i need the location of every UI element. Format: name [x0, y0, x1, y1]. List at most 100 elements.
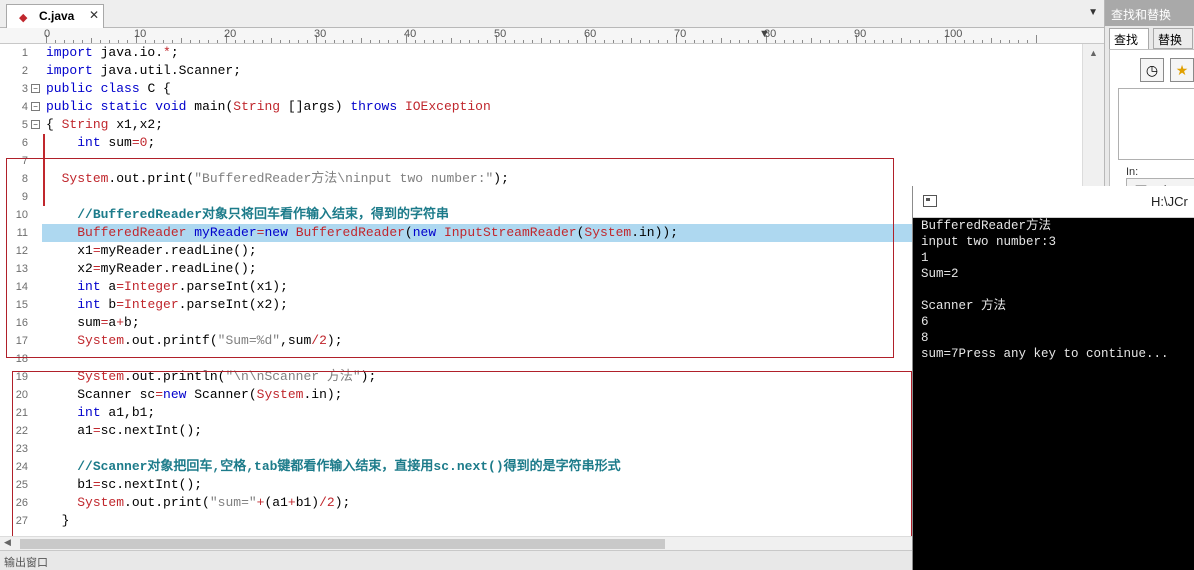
ruler-label: 50 — [494, 28, 507, 40]
ruler-tick — [991, 38, 992, 43]
ruler-tick — [478, 40, 479, 43]
code-line[interactable]: public class C { — [46, 80, 171, 98]
ruler-tick — [622, 40, 623, 43]
ruler-tick — [118, 40, 119, 43]
code-line[interactable]: import java.io.*; — [46, 44, 179, 62]
ruler-tick — [271, 38, 272, 43]
ruler-tick — [1018, 40, 1019, 43]
code-line[interactable]: int sum=0; — [46, 134, 155, 152]
close-icon[interactable]: ✕ — [89, 8, 99, 22]
clock-icon[interactable]: ◷ — [1140, 58, 1164, 82]
ruler-tick — [307, 40, 308, 43]
ruler-tick — [460, 40, 461, 43]
ruler-tick — [370, 40, 371, 43]
ruler-tick — [163, 40, 164, 43]
console-output-line: 6 — [921, 315, 929, 329]
ruler-tick — [775, 40, 776, 43]
star-icon[interactable]: ★ — [1170, 58, 1194, 82]
ruler-label: 20 — [224, 28, 237, 40]
ruler-tick — [415, 40, 416, 43]
horizontal-scroll-thumb[interactable] — [20, 539, 665, 549]
ruler-tick — [109, 40, 110, 43]
ruler-label: 40 — [404, 28, 417, 40]
output-window-label: 输出窗口 — [4, 557, 48, 569]
ruler-tick — [334, 40, 335, 43]
console-title-bar[interactable]: H:\JCr — [913, 186, 1194, 218]
ruler-tick — [919, 40, 920, 43]
ruler-label: 0 — [44, 28, 51, 40]
annotation-box-bufferedreader — [6, 158, 894, 358]
ruler-tick — [631, 38, 632, 43]
find-replace-title: 查找和替换 — [1105, 0, 1194, 26]
ruler-tick — [712, 40, 713, 43]
ruler-tick — [658, 40, 659, 43]
find-panel-body: ◷ ★ In: 下一个 — [1109, 49, 1194, 200]
code-line[interactable]: public static void main(String []args) t… — [46, 98, 491, 116]
ruler-tick — [901, 38, 902, 43]
ruler-tick — [784, 40, 785, 43]
ruler-tick — [577, 40, 578, 43]
console-output: BufferedReader方法 input two number:3 1 Sum=2… — [921, 218, 1193, 362]
ruler-tick — [424, 40, 425, 43]
tab-replace[interactable]: 替换 — [1153, 28, 1193, 49]
console-output-line: Sum=2 — [921, 267, 959, 281]
file-tab-label: C.java — [39, 9, 75, 23]
ruler-tick — [91, 38, 92, 43]
fold-toggle-icon[interactable]: − — [31, 102, 40, 111]
ruler-tick — [793, 40, 794, 43]
ruler-tick — [1027, 40, 1028, 43]
ruler-tick — [820, 40, 821, 43]
ruler-tick — [559, 40, 560, 43]
ruler-tick — [541, 38, 542, 43]
ruler-tick — [298, 40, 299, 43]
annotation-box-scanner — [12, 371, 912, 536]
code-line[interactable]: import java.util.Scanner; — [46, 62, 241, 80]
ruler-tick — [451, 38, 452, 43]
ruler-tick — [910, 40, 911, 43]
tab-find[interactable]: 查找 — [1109, 28, 1149, 49]
ruler-tick — [190, 40, 191, 43]
code-line[interactable]: { String x1,x2; — [46, 116, 163, 134]
line-number: 2 — [21, 65, 28, 77]
scroll-up-icon[interactable]: ▲ — [1089, 48, 1098, 58]
ruler-tick — [838, 40, 839, 43]
ruler-tick — [937, 40, 938, 43]
ruler-tick — [208, 40, 209, 43]
ruler-tick — [721, 38, 722, 43]
tab-list-dropdown-icon[interactable]: ▼ — [1088, 7, 1098, 18]
console-title: H:\JCr — [1151, 194, 1188, 209]
ruler-tick — [361, 38, 362, 43]
scroll-left-icon[interactable]: ◀ — [4, 537, 11, 548]
ruler-label: 30 — [314, 28, 327, 40]
ruler-tick — [649, 40, 650, 43]
ruler-tick — [865, 40, 866, 43]
ruler-tick — [964, 40, 965, 43]
ruler-tick — [640, 40, 641, 43]
ruler-label: 90 — [854, 28, 867, 40]
ruler-tick — [694, 40, 695, 43]
ruler-tick — [433, 40, 434, 43]
ruler-tick — [469, 40, 470, 43]
ruler-tick — [145, 40, 146, 43]
ruler-tick — [982, 40, 983, 43]
ruler-tick — [757, 40, 758, 43]
ruler-tick — [487, 40, 488, 43]
ruler-tick — [127, 40, 128, 43]
ruler-tick — [82, 40, 83, 43]
fold-toggle-icon[interactable]: − — [31, 120, 40, 129]
ruler-tick — [289, 40, 290, 43]
fold-toggle-icon[interactable]: − — [31, 84, 40, 93]
ruler-tick — [703, 40, 704, 43]
ruler-tick — [730, 40, 731, 43]
ruler-tick — [397, 40, 398, 43]
console-window[interactable]: H:\JCr BufferedReader方法 input two number:… — [912, 186, 1194, 570]
ruler-label: 100 — [944, 28, 963, 40]
ruler-tick — [883, 40, 884, 43]
console-output-line: Scanner 方法 — [921, 299, 1007, 313]
find-text-input[interactable] — [1118, 88, 1194, 160]
ruler-tick — [568, 40, 569, 43]
file-tab-c-java[interactable]: ◆ C.java ✕ — [6, 4, 104, 29]
ruler-tick — [154, 40, 155, 43]
ruler-tick — [244, 40, 245, 43]
